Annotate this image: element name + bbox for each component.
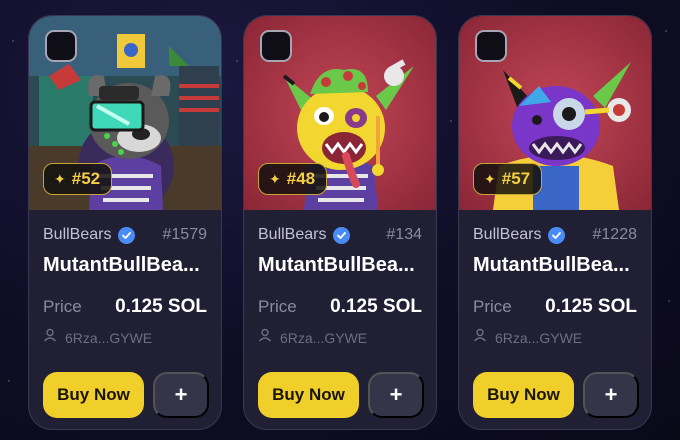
nft-card[interactable]: ✦ #57 BullBears #1228 MutantBullBea... P…	[458, 15, 652, 430]
price-row: Price 0.125 SOL	[258, 296, 422, 318]
collection-row: BullBears #1228	[473, 224, 637, 246]
price-label: Price	[43, 297, 82, 316]
owner-address[interactable]: 6Rza...GYWE	[280, 330, 367, 346]
collection-row: BullBears #134	[258, 224, 422, 246]
buy-now-button[interactable]: Buy Now	[473, 372, 574, 418]
price-value: 0.125 SOL	[545, 296, 637, 317]
token-id: #1228	[592, 226, 638, 243]
sparkle-icon: ✦	[269, 170, 281, 187]
nft-name[interactable]: MutantBullBea...	[473, 254, 641, 277]
owner-row: 6Rza...GYWE	[43, 328, 152, 347]
add-to-cart-button[interactable]: +	[153, 372, 209, 418]
rank-value: #57	[501, 169, 531, 188]
price-row: Price 0.125 SOL	[473, 296, 637, 318]
owner-address[interactable]: 6Rza...GYWE	[65, 330, 152, 346]
user-icon	[43, 328, 57, 347]
select-checkbox[interactable]	[45, 30, 77, 62]
owner-row: 6Rza...GYWE	[473, 328, 582, 347]
user-icon	[258, 328, 272, 347]
add-to-cart-button[interactable]: +	[583, 372, 639, 418]
price-value: 0.125 SOL	[115, 296, 207, 317]
collection-name[interactable]: BullBears	[473, 226, 541, 244]
rank-badge: ✦ #48	[258, 163, 328, 195]
rank-badge: ✦ #52	[43, 163, 113, 195]
owner-address[interactable]: 6Rza...GYWE	[495, 330, 582, 346]
verified-icon	[333, 226, 351, 244]
buy-now-button[interactable]: Buy Now	[43, 372, 144, 418]
nft-card[interactable]: ✦ #52 BullBears #1579 MutantBullBea... P…	[28, 15, 222, 430]
nft-name[interactable]: MutantBullBea...	[258, 254, 426, 277]
price-row: Price 0.125 SOL	[43, 296, 207, 318]
verified-icon	[548, 226, 566, 244]
rank-badge: ✦ #57	[473, 163, 543, 195]
nft-name[interactable]: MutantBullBea...	[43, 254, 211, 277]
rank-value: #48	[286, 169, 316, 188]
price-label: Price	[258, 297, 297, 316]
price-label: Price	[473, 297, 512, 316]
collection-row: BullBears #1579	[43, 224, 207, 246]
price-value: 0.125 SOL	[330, 296, 422, 317]
user-icon	[473, 328, 487, 347]
buy-now-button[interactable]: Buy Now	[258, 372, 359, 418]
owner-row: 6Rza...GYWE	[258, 328, 367, 347]
collection-name[interactable]: BullBears	[43, 226, 111, 244]
token-id: #134	[386, 226, 422, 243]
token-id: #1579	[162, 226, 208, 243]
select-checkbox[interactable]	[260, 30, 292, 62]
sparkle-icon: ✦	[484, 170, 496, 187]
select-checkbox[interactable]	[475, 30, 507, 62]
sparkle-icon: ✦	[54, 170, 66, 187]
nft-card[interactable]: ✦ #48 BullBears #134 MutantBullBea... Pr…	[243, 15, 437, 430]
verified-icon	[118, 226, 136, 244]
collection-name[interactable]: BullBears	[258, 226, 326, 244]
rank-value: #52	[71, 169, 101, 188]
add-to-cart-button[interactable]: +	[368, 372, 424, 418]
